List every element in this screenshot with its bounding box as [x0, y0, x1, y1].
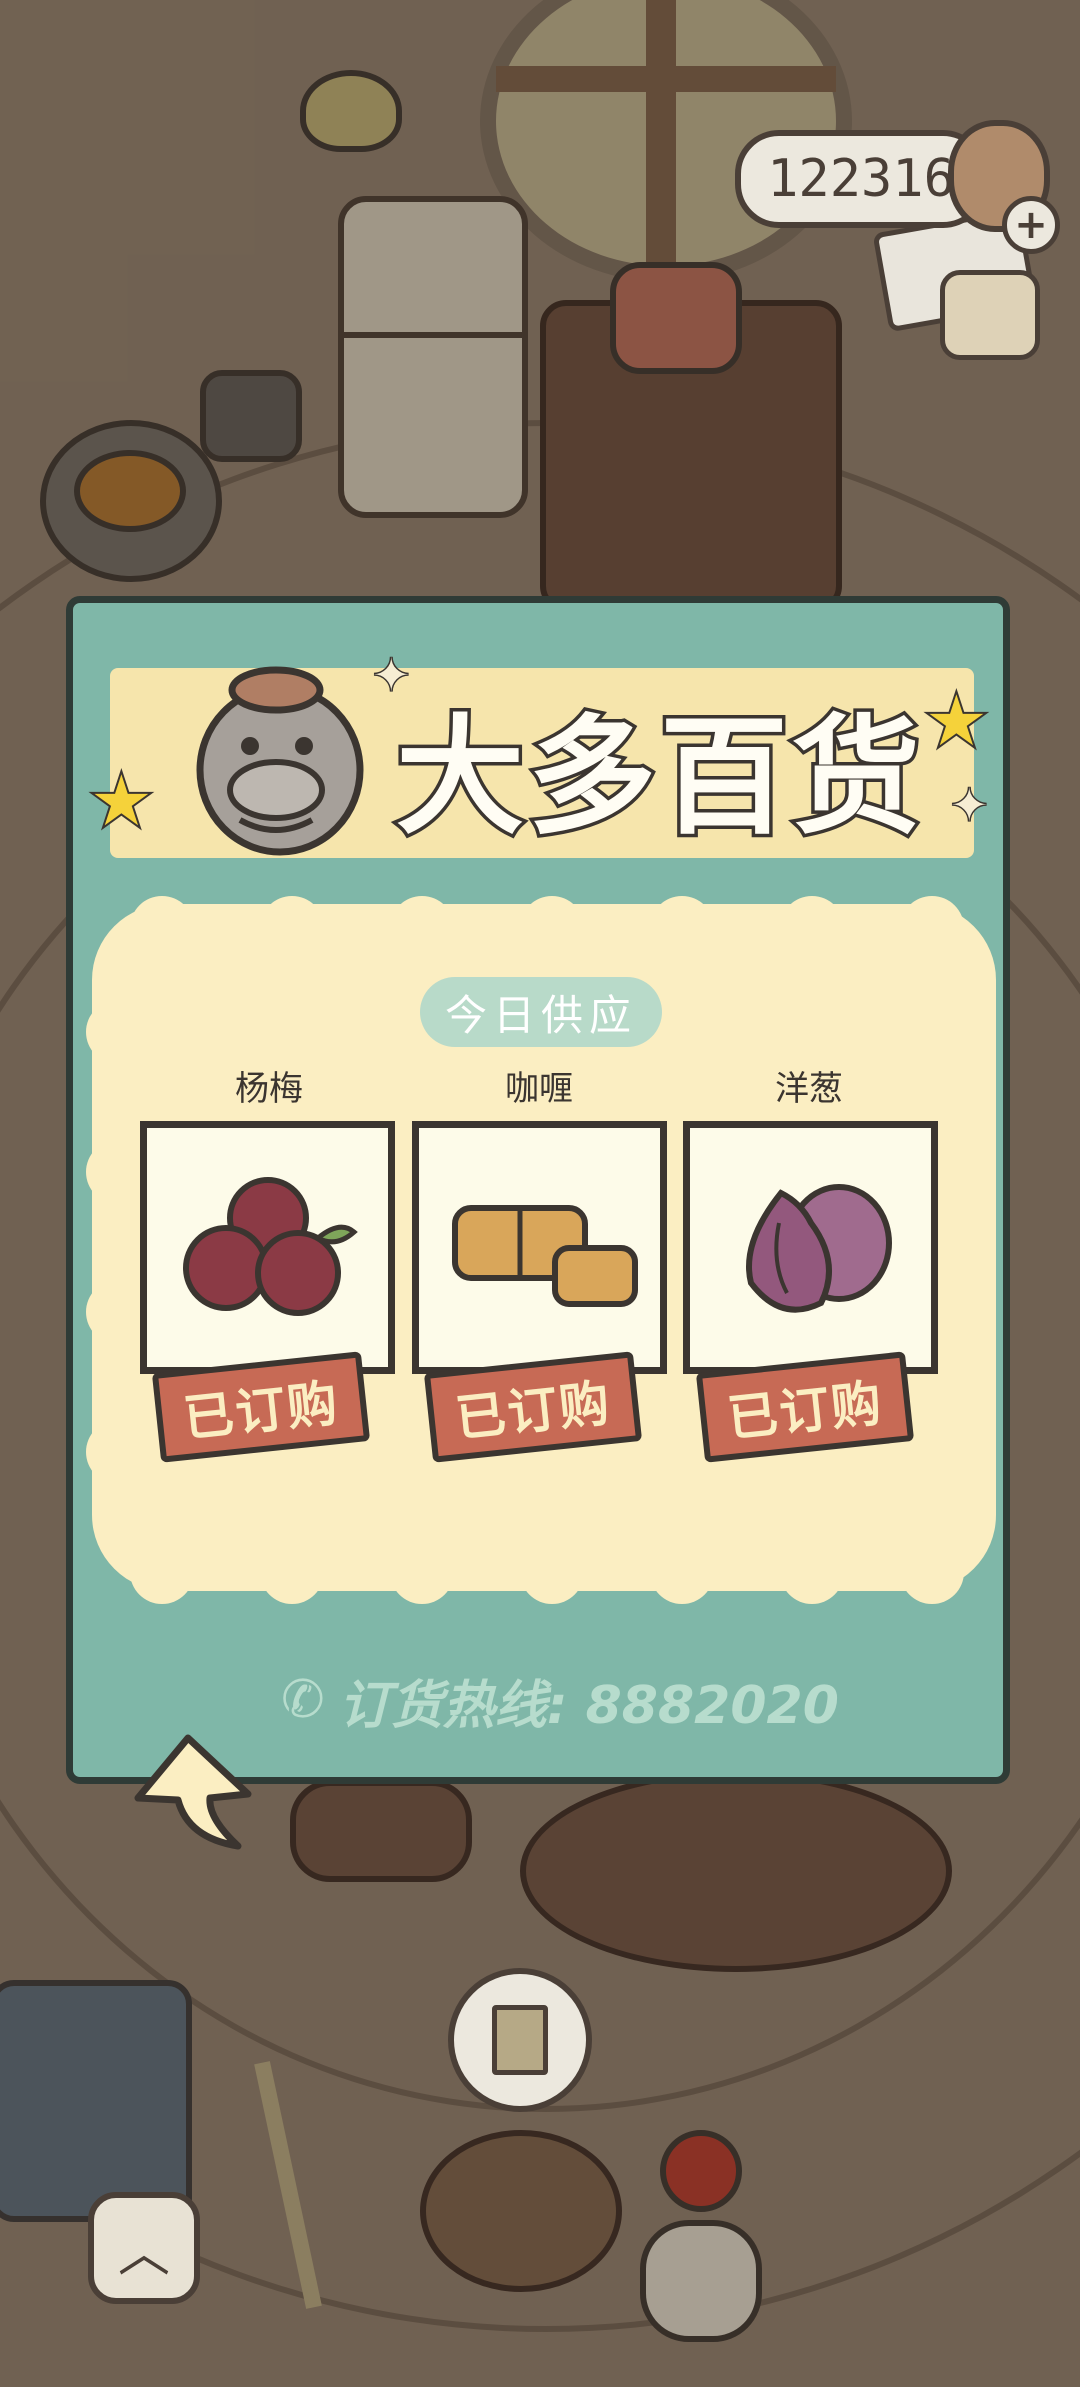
order-hotline[interactable]: ✆ 订货热线: 8882020 — [260, 1660, 860, 1740]
todays-supply-label: 今日供应 — [420, 977, 662, 1047]
phone-icon: ✆ — [281, 1670, 325, 1730]
item-name: 洋葱 — [775, 1068, 843, 1109]
scallop-edge — [260, 1540, 324, 1604]
mail-bubble-button[interactable] — [448, 1968, 592, 2112]
scallop-edge — [780, 1540, 844, 1604]
plus-icon: + — [1014, 202, 1048, 248]
scallop-edge — [930, 1420, 994, 1484]
scallop-edge — [390, 896, 454, 960]
hippo-shopkeeper-icon — [196, 666, 364, 856]
scallop-edge — [650, 896, 714, 960]
scallop-edge — [650, 1540, 714, 1604]
item-slot-bayberry[interactable] — [140, 1121, 395, 1374]
scallop-edge — [130, 896, 194, 960]
sparkle-icon: ✦ — [949, 777, 991, 834]
letter-icon — [492, 2005, 548, 2075]
item-name: 杨梅 — [235, 1068, 303, 1109]
item-name: 咖喱 — [505, 1068, 573, 1109]
scallop-edge — [86, 1000, 150, 1064]
scallop-edge — [780, 896, 844, 960]
scallop-edge — [900, 1540, 964, 1604]
scallop-edge — [930, 1280, 994, 1344]
clover-amount: 122316 — [767, 149, 955, 209]
scallop-edge — [930, 1000, 994, 1064]
scallop-edge — [900, 896, 964, 960]
curry-icon — [451, 1204, 638, 1307]
expand-menu-button[interactable]: ︿ — [88, 2192, 200, 2304]
bayberry-icon — [182, 1176, 358, 1316]
scallop-edge — [260, 896, 324, 960]
chevron-up-icon: ︿ — [117, 2223, 170, 2284]
item-slot-onion[interactable] — [683, 1121, 938, 1374]
star-icon: ★ — [88, 758, 155, 844]
scallop-edge — [86, 1420, 150, 1484]
scallop-edge — [520, 896, 584, 960]
scallop-edge — [520, 1540, 584, 1604]
scallop-edge — [130, 1540, 194, 1604]
shop-title: 大多百货 — [392, 699, 924, 855]
cup — [940, 270, 1040, 360]
hotline-text: 订货热线: 8882020 — [338, 1675, 839, 1736]
scallop-edge — [930, 1140, 994, 1204]
add-currency-button[interactable]: + — [1002, 196, 1060, 254]
back-arrow-icon[interactable] — [128, 1728, 268, 1858]
item-slot-curry[interactable] — [412, 1121, 667, 1374]
onion-icon — [745, 1183, 892, 1313]
scallop-edge — [390, 1540, 454, 1604]
